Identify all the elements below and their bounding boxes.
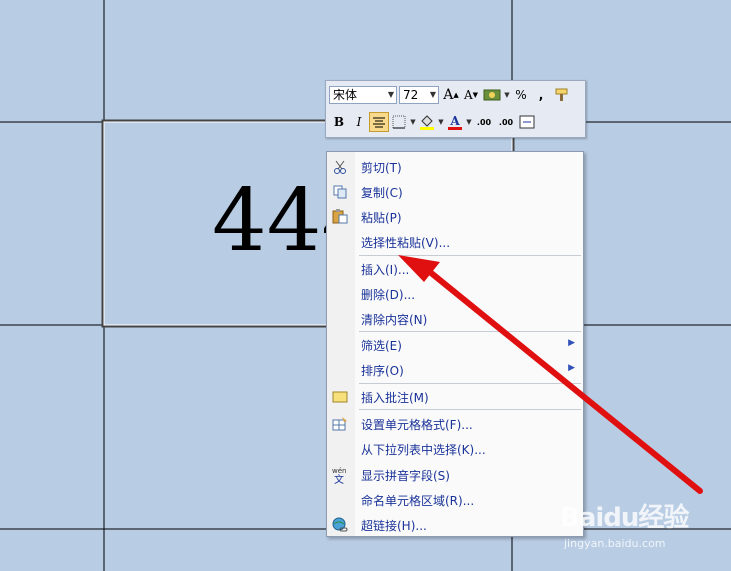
annotation-arrow (398, 255, 703, 494)
watermark-logo: Baidu经验 (560, 503, 689, 533)
baidu-watermark: Baidu经验 jingyan.baidu.com (560, 497, 689, 550)
watermark-url: jingyan.baidu.com (564, 537, 666, 550)
